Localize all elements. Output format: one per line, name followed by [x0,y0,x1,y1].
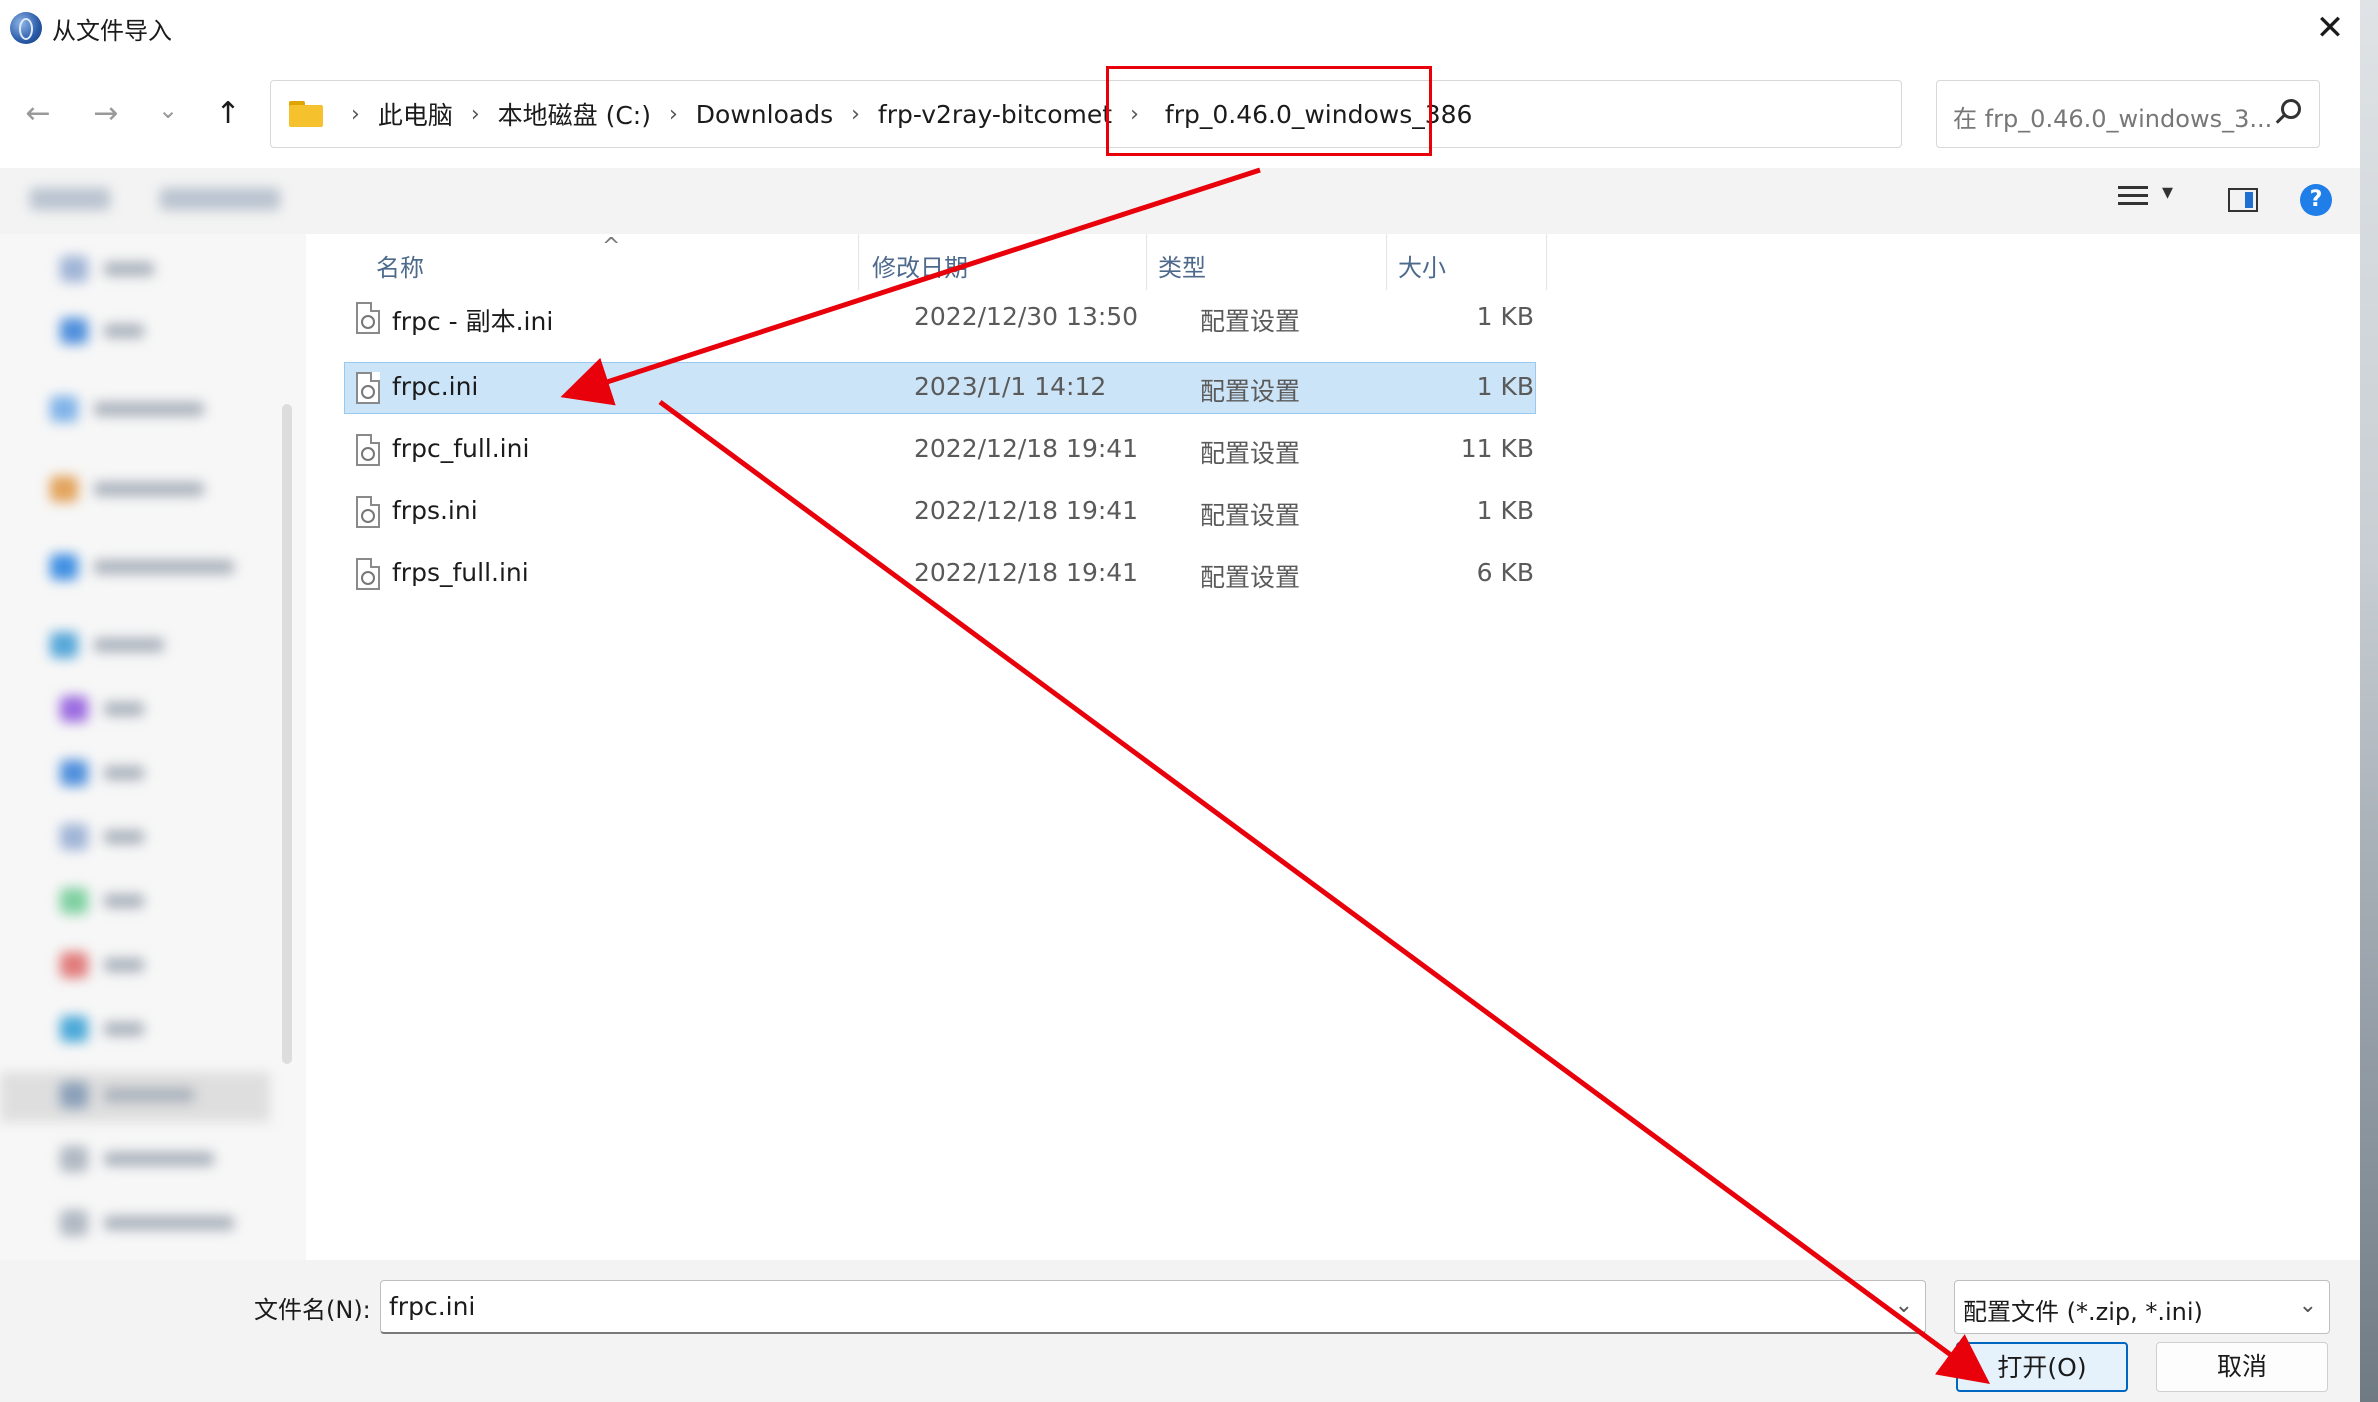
preview-pane-icon[interactable] [2228,188,2258,212]
filetype-chevron-icon[interactable]: ⌄ [2299,1293,2317,1318]
filename-history-chevron-icon[interactable]: ⌄ [1895,1293,1913,1318]
filename-value: frpc.ini [389,1292,476,1321]
sidebar-scrollbar[interactable] [282,404,292,1064]
filetype-select[interactable]: 配置文件 (*.zip, *.ini) ⌄ [1954,1280,2330,1334]
open-button[interactable]: 打开(O) [1956,1342,2128,1392]
file-size: 1 KB [1476,496,1534,525]
search-input[interactable]: 在 frp_0.46.0_windows_3... [1936,80,2320,148]
file-name: frps_full.ini [392,558,529,587]
filename-label: 文件名(N): [254,1296,371,1324]
breadcrumb-this-pc[interactable]: 此电脑 [378,96,453,132]
file-type: 配置设置 [1200,307,1301,336]
column-header-name[interactable]: 名称 [376,248,424,283]
search-icon [2273,97,2303,127]
cancel-button[interactable]: 取消 [2156,1342,2328,1392]
recent-locations-chevron-icon[interactable]: ⌄ [146,88,190,132]
file-date: 2022/12/18 19:41 [914,434,1139,463]
title-bar: 从文件导入 ✕ [0,0,2360,58]
sort-ascending-icon: ^ [602,234,621,259]
search-placeholder: 在 frp_0.46.0_windows_3... [1953,105,2273,133]
column-headers: 名称 ^ 修改日期 类型 大小 [306,234,1547,292]
command-toolbar: ▾ ? [0,168,2360,234]
file-type: 配置设置 [1200,439,1301,468]
file-date: 2023/1/1 14:12 [914,372,1107,401]
breadcrumb-downloads[interactable]: Downloads [696,100,833,129]
blurred-toolbar-button [30,188,110,210]
file-name: frps.ini [392,496,478,525]
column-header-date[interactable]: 修改日期 [872,248,968,283]
file-row-selected[interactable]: frpc.ini 2023/1/1 14:12 配置设置 1 KB [344,362,1844,414]
breadcrumb-separator[interactable]: › [669,102,678,127]
file-type: 配置设置 [1200,563,1301,592]
desktop-wallpaper-edge [2360,0,2378,1402]
breadcrumb-separator[interactable]: › [351,102,360,127]
file-size: 11 KB [1460,434,1534,463]
filetype-value: 配置文件 (*.zip, *.ini) [1963,1298,2203,1326]
file-name: frpc.ini [392,372,479,401]
column-header-size[interactable]: 大小 [1398,248,1446,283]
annotation-highlight-box [1106,66,1432,156]
up-arrow-icon[interactable]: ↑ [206,92,250,136]
file-name: frpc_full.ini [392,434,530,463]
dialog-footer: 文件名(N): frpc.ini ⌄ 配置文件 (*.zip, *.ini) ⌄… [0,1260,2360,1402]
file-date: 2022/12/18 19:41 [914,496,1139,525]
file-row[interactable]: frpc_full.ini 2022/12/18 19:41 配置设置 11 K… [344,424,1844,476]
help-icon[interactable]: ? [2300,184,2332,216]
breadcrumb-frp-v2ray-bitcomet[interactable]: frp-v2ray-bitcomet [878,100,1112,129]
folder-icon [289,101,323,127]
close-button[interactable]: ✕ [2300,6,2360,50]
app-globe-icon [10,12,42,44]
config-file-icon [356,434,380,466]
file-row[interactable]: frpc - 副本.ini 2022/12/30 13:50 配置设置 1 KB [344,292,1844,344]
file-size: 6 KB [1476,558,1534,587]
filename-input[interactable]: frpc.ini ⌄ [380,1280,1926,1334]
file-name: frpc - 副本.ini [392,307,554,336]
forward-arrow-icon[interactable]: → [84,92,128,136]
address-bar[interactable]: › 此电脑 › 本地磁盘 (C:) › Downloads › frp-v2ra… [270,80,2142,148]
navigation-pane [0,234,306,1260]
config-file-icon [356,302,380,334]
config-file-icon [356,558,380,590]
file-row[interactable]: frps.ini 2022/12/18 19:41 配置设置 1 KB [344,486,1844,538]
file-type: 配置设置 [1200,377,1301,406]
breadcrumb-local-disk[interactable]: 本地磁盘 (C:) [498,96,651,132]
file-type: 配置设置 [1200,501,1301,530]
blurred-toolbar-button [160,188,280,210]
breadcrumb-separator[interactable]: › [471,102,480,127]
column-header-type[interactable]: 类型 [1158,248,1206,283]
config-file-icon [356,372,380,404]
config-file-icon [356,496,380,528]
file-size: 1 KB [1476,372,1534,401]
view-dropdown-icon[interactable]: ▾ [2162,180,2173,205]
file-date: 2022/12/30 13:50 [914,302,1139,331]
breadcrumb-separator[interactable]: › [851,102,860,127]
file-list: 名称 ^ 修改日期 类型 大小 frpc - 副本.ini 2022/12/30… [306,234,2360,1260]
file-size: 1 KB [1476,302,1534,331]
back-arrow-icon[interactable]: ← [16,92,60,136]
file-row[interactable]: frps_full.ini 2022/12/18 19:41 配置设置 6 KB [344,548,1844,600]
view-list-icon[interactable] [2118,186,2148,214]
window-title: 从文件导入 [52,17,172,45]
file-date: 2022/12/18 19:41 [914,558,1139,587]
